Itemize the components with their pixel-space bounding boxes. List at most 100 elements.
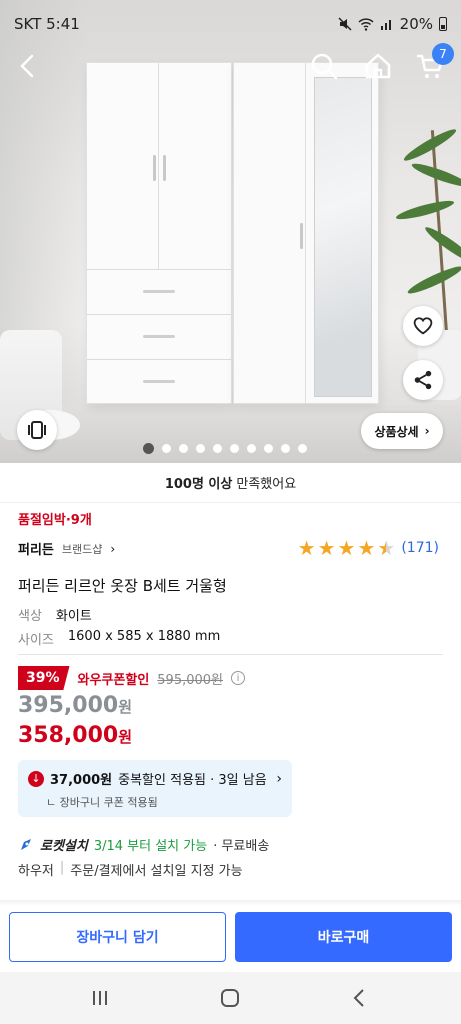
coupon-row: ↓ 37,000원 중복할인 적용됨 · 3일 남음 › (28, 769, 282, 788)
wifi-icon (358, 18, 374, 31)
chevron-right-icon: › (424, 424, 430, 438)
star-icon: ★ (357, 536, 376, 560)
status-time: SKT 5:41 (14, 15, 80, 33)
rocket-install-label: 로켓설치 (40, 839, 88, 854)
share-icon (414, 370, 432, 390)
product-detail-button[interactable]: 상품상세 › (361, 413, 443, 449)
brand-row[interactable]: 퍼리든 브랜드샵 › (18, 539, 116, 559)
review-count[interactable]: (171) (401, 540, 439, 556)
final-price-value: 358,000 (18, 723, 119, 748)
option-value: 1600 x 585 x 1880 mm (67, 629, 221, 644)
chevron-right-icon: › (110, 541, 116, 556)
coupon-text: 중복할인 적용됨 · 3일 남음 (118, 773, 267, 788)
carousel-dot[interactable] (264, 444, 273, 453)
product-title: 퍼리든 리르안 옷장 B세트 거울형 (18, 577, 227, 595)
back-arrow-icon[interactable] (12, 50, 44, 82)
wardrobe-mirror (314, 77, 372, 397)
chevron-right-icon: › (276, 770, 282, 787)
wow-coupon-label: 와우쿠폰할인 (77, 672, 150, 688)
wardrobe-drawer (87, 314, 231, 358)
half-star-icon: ★ (377, 536, 396, 560)
option-size: 사이즈 1600 x 585 x 1880 mm (18, 629, 220, 648)
door-handle (163, 155, 166, 181)
carousel-dot[interactable] (196, 444, 205, 453)
drawer-handle (143, 335, 175, 338)
recent-apps-icon[interactable] (88, 986, 112, 1010)
wardrobe-left-unit (86, 62, 232, 404)
mute-icon (338, 17, 352, 31)
option-key: 사이즈 (18, 633, 54, 648)
discount-percent-badge: 39% (18, 666, 70, 690)
final-price: 358,000원 (18, 723, 132, 748)
carousel-dot[interactable] (230, 444, 239, 453)
satisfaction-text: 만족했어요 (236, 477, 297, 492)
rocket-install-row: 로켓설치 3/14 부터 설치 가능 · 무료배송 (18, 835, 269, 854)
brand-shop-link[interactable]: 브랜드샵 (62, 541, 102, 557)
free-shipping: · 무료배송 (213, 839, 270, 854)
carousel-dot[interactable] (247, 444, 256, 453)
drawer-handle (143, 290, 175, 293)
coupon-box[interactable]: ↓ 37,000원 중복할인 적용됨 · 3일 남음 › ㄴ 장바구니 쿠폰 적… (18, 760, 292, 817)
carousel-dot[interactable] (162, 444, 171, 453)
low-stock-label: 품절임박·9개 (18, 513, 92, 528)
rocket-install-icon (21, 838, 31, 850)
option-key: 색상 (18, 609, 42, 624)
carousel-dot[interactable] (213, 444, 222, 453)
search-icon[interactable] (308, 50, 340, 82)
status-bar: SKT 5:41 20% (0, 0, 461, 46)
add-to-cart-button[interactable]: 장바구니 담기 (9, 912, 226, 962)
signal-icon (380, 20, 391, 30)
carousel-indicator (143, 443, 307, 454)
home-nav-icon[interactable] (218, 986, 242, 1010)
install-note: 주문/결제에서 설치일 지정 가능 (70, 864, 243, 879)
back-nav-icon[interactable] (348, 986, 372, 1010)
currency: 원 (118, 728, 133, 746)
option-color: 색상 화이트 (18, 605, 92, 624)
heart-icon (413, 317, 433, 335)
android-nav-bar (0, 972, 461, 1024)
star-icon: ★ (337, 536, 356, 560)
3d-view-button[interactable] (17, 410, 57, 450)
satisfaction-count: 100명 이상 (164, 477, 233, 492)
wardrobe-door (87, 63, 159, 269)
carousel-dot[interactable] (298, 444, 307, 453)
wishlist-button[interactable] (403, 306, 443, 346)
buy-now-button[interactable]: 바로구매 (235, 912, 452, 962)
discount-row: 39% 와우쿠폰할인 595,000원 i (18, 666, 245, 690)
home-icon[interactable] (362, 50, 394, 82)
divider (18, 654, 443, 655)
star-icon: ★ (317, 536, 336, 560)
status-icons: 20% (338, 15, 447, 33)
share-button[interactable] (403, 360, 443, 400)
cart-count-badge: 7 (432, 43, 454, 65)
door-handle (300, 223, 303, 249)
carousel-dot[interactable] (281, 444, 290, 453)
price-before-value: 395,000 (18, 693, 119, 718)
star-icon: ★ (297, 536, 316, 560)
satisfaction-banner: 100명 이상 만족했어요 (0, 463, 461, 503)
product-detail-label: 상품상세 (374, 424, 419, 439)
install-date: 3/14 부터 설치 가능 (93, 839, 208, 854)
install-info: 하우저 | 주문/결제에서 설치일 지정 가능 (18, 860, 243, 879)
wardrobe-drawer (87, 269, 231, 313)
coupon-sub: ㄴ 장바구니 쿠폰 적용됨 (46, 796, 158, 809)
carousel-dot[interactable] (143, 443, 154, 454)
brand-name: 퍼리든 (18, 543, 54, 558)
rating[interactable]: ★ ★ ★ ★ ★ (171) (298, 538, 439, 558)
separator: | (59, 860, 65, 875)
battery-icon (439, 17, 447, 31)
drawer-handle (143, 380, 175, 383)
battery-text: 20% (399, 15, 433, 33)
option-value: 화이트 (55, 609, 92, 624)
info-icon[interactable]: i (231, 671, 245, 685)
rotate-view-icon (28, 421, 46, 439)
carousel-dot[interactable] (179, 444, 188, 453)
price-before-coupon: 395,000원 (18, 693, 132, 718)
currency: 원 (118, 698, 133, 716)
wardrobe-drawer (87, 359, 231, 403)
wardrobe-door (234, 63, 306, 403)
door-handle (153, 155, 156, 181)
wardrobe-door (160, 63, 232, 269)
coupon-amount: 37,000원 (50, 773, 113, 788)
plant-leaf (405, 262, 461, 298)
